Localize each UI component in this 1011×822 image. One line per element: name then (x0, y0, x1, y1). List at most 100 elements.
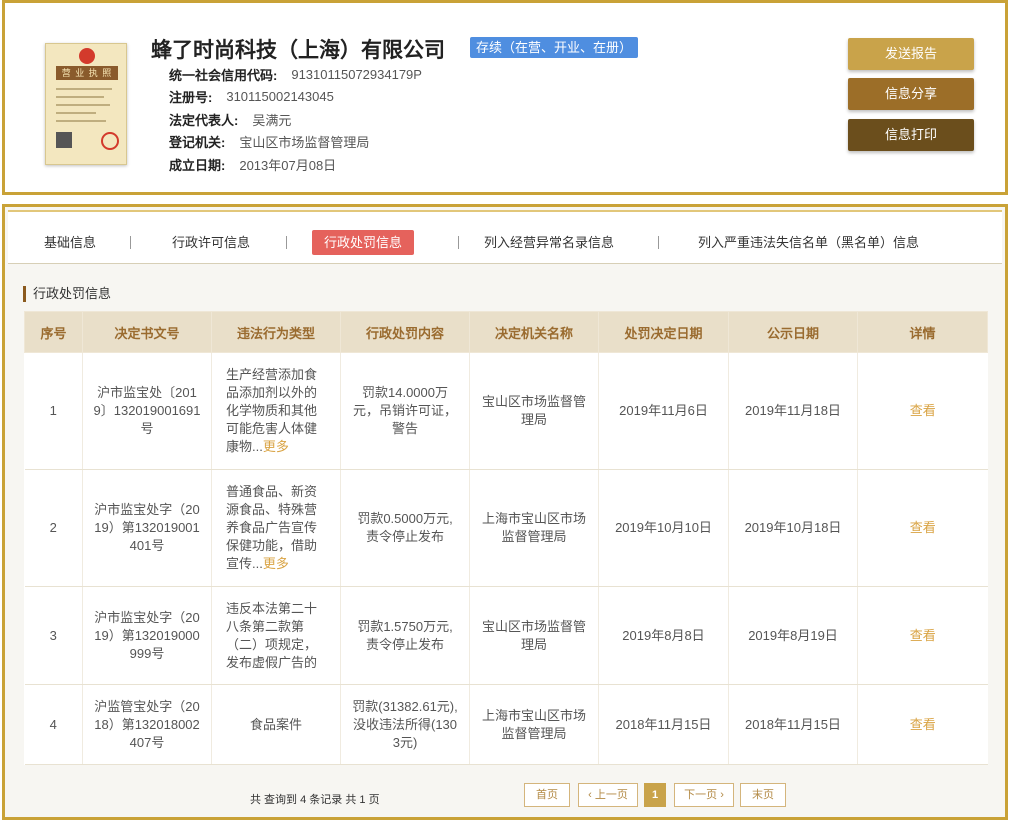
info-value: 宝山区市场监督管理局 (239, 135, 370, 151)
tab-separator (286, 236, 287, 249)
tab-bar: 基础信息 行政许可信息 行政处罚信息 列入经营异常名录信息 列入严重违法失信名单… (8, 210, 1002, 264)
next-page-button[interactable]: 下一页 › (674, 783, 734, 807)
info-value: 91310115072934179P (291, 66, 422, 82)
company-info-list: 统一社会信用代码: 91310115072934179P 注册号: 310115… (169, 63, 422, 176)
info-label: 统一社会信用代码: (169, 67, 278, 83)
tab-separator (658, 236, 659, 249)
cell-decision-date: 2018年11月15日 (598, 684, 729, 765)
tab-basic-info[interactable]: 基础信息 (32, 230, 108, 255)
cell-publish-date: 2019年10月18日 (728, 469, 858, 587)
cell-detail: 查看 (857, 469, 988, 587)
view-detail-link[interactable]: 查看 (910, 520, 936, 535)
license-text-line (56, 112, 96, 114)
tab-separator (458, 236, 459, 249)
cell-detail: 查看 (857, 352, 988, 470)
license-text-line (56, 88, 112, 90)
cell-violation: 违反本法第二十八条第二款第（二）项规定，发布虚假广告的 (211, 586, 341, 685)
info-row-registration-authority: 登记机关: 宝山区市场监督管理局 (169, 131, 422, 154)
cell-doc-no: 沪市监宝处字（2019）第132019001401号 (82, 469, 212, 587)
cell-publish-date: 2019年11月18日 (728, 352, 858, 470)
license-text-line (56, 104, 110, 106)
cell-authority: 宝山区市场监督管理局 (469, 352, 599, 470)
table-header-row: 序号 决定书文号 违法行为类型 行政处罚内容 决定机关名称 处罚决定日期 公示日… (24, 311, 988, 353)
cell-decision-date: 2019年11月6日 (598, 352, 729, 470)
send-report-button[interactable]: 发送报告 (848, 38, 974, 70)
license-text-line (56, 120, 106, 122)
info-label: 登记机关: (169, 135, 226, 151)
header-violation: 违法行为类型 (211, 311, 341, 353)
header-no: 序号 (24, 311, 83, 353)
cell-publish-date: 2019年8月19日 (728, 586, 858, 685)
table-row: 1 沪市监宝处〔2019〕132019001691号 生产经营添加食品添加剂以外… (24, 352, 988, 470)
cell-content: 罚款0.5000万元,责令停止发布 (340, 469, 470, 587)
tab-admin-penalty[interactable]: 行政处罚信息 (312, 230, 415, 255)
view-detail-link[interactable]: 查看 (910, 403, 936, 418)
cell-authority: 上海市宝山区市场监督管理局 (469, 684, 599, 765)
info-label: 注册号: (169, 90, 213, 106)
status-badge: 存续（在营、开业、在册） (470, 37, 639, 58)
cell-content: 罚款14.0000万元，吊销许可证，警告 (340, 352, 470, 470)
cell-violation: 普通食品、新资源食品、特殊营养食品广告宣传保健功能，借助宣传...更多 (211, 469, 341, 587)
tab-blacklist[interactable]: 列入严重违法失信名单（黑名单）信息 (686, 230, 931, 255)
license-text-line (56, 96, 104, 98)
more-link[interactable]: 更多 (263, 439, 289, 454)
cell-no: 3 (24, 586, 83, 685)
info-label: 成立日期: (169, 157, 226, 173)
cell-violation: 食品案件 (211, 684, 341, 765)
next-page-label: 下一页 (684, 789, 718, 801)
company-name: 蜂了时尚科技（上海）有限公司 (151, 39, 445, 62)
view-detail-link[interactable]: 查看 (910, 717, 936, 732)
current-page-button[interactable]: 1 (644, 783, 666, 807)
cell-content: 罚款1.5750万元,责令停止发布 (340, 586, 470, 685)
tab-abnormal-operation[interactable]: 列入经营异常名录信息 (472, 230, 626, 255)
table-row: 3 沪市监宝处字（2019）第132019000999号 违反本法第二十八条第二… (24, 586, 988, 685)
prev-page-label: 上一页 (594, 789, 628, 801)
info-row-registration-no: 注册号: 310115002143045 (169, 86, 422, 109)
cell-no: 2 (24, 469, 83, 587)
header-publish-date: 公示日期 (728, 311, 858, 353)
view-detail-link[interactable]: 查看 (910, 628, 936, 643)
cell-detail: 查看 (857, 684, 988, 765)
info-row-established-date: 成立日期: 2013年07月08日 (169, 153, 422, 176)
cell-authority: 上海市宝山区市场监督管理局 (469, 469, 599, 587)
penalty-table: 序号 决定书文号 违法行为类型 行政处罚内容 决定机关名称 处罚决定日期 公示日… (24, 311, 988, 765)
chevron-left-icon: ‹ (588, 789, 592, 801)
business-license-image: 营 业 执 照 (45, 43, 127, 165)
share-info-button[interactable]: 信息分享 (848, 78, 974, 110)
last-page-button[interactable]: 末页 (740, 783, 786, 807)
cell-violation: 生产经营添加食品添加剂以外的化学物质和其他可能危害人体健康物...更多 (211, 352, 341, 470)
penalty-panel: 基础信息 行政许可信息 行政处罚信息 列入经营异常名录信息 列入严重违法失信名单… (2, 204, 1008, 820)
tab-admin-license[interactable]: 行政许可信息 (160, 230, 262, 255)
header-content: 行政处罚内容 (340, 311, 470, 353)
print-info-button[interactable]: 信息打印 (848, 119, 974, 151)
cell-doc-no: 沪市监宝处字（2019）第132019000999号 (82, 586, 212, 685)
header-authority: 决定机关名称 (469, 311, 599, 353)
cell-doc-no: 沪市监宝处〔2019〕132019001691号 (82, 352, 212, 470)
header-doc-no: 决定书文号 (82, 311, 212, 353)
cell-no: 1 (24, 352, 83, 470)
national-emblem-icon (79, 48, 95, 64)
table-row: 2 沪市监宝处字（2019）第132019001401号 普通食品、新资源食品、… (24, 469, 988, 587)
qr-code-icon (56, 132, 72, 148)
company-header-card: 营 业 执 照 蜂了时尚科技（上海）有限公司 存续（在营、开业、在册） 统一社会… (2, 0, 1008, 195)
header-decision-date: 处罚决定日期 (598, 311, 729, 353)
info-value: 2013年07月08日 (239, 157, 337, 173)
cell-no: 4 (24, 684, 83, 765)
first-page-button[interactable]: 首页 (524, 783, 570, 807)
pagination-summary: 共 查询到 4 条记录 共 1 页 (250, 794, 380, 806)
tab-separator (130, 236, 131, 249)
chevron-right-icon: › (720, 789, 724, 801)
license-image-title: 营 业 执 照 (56, 66, 118, 80)
section-title: 行政处罚信息 (23, 286, 111, 302)
prev-page-button[interactable]: ‹ 上一页 (578, 783, 638, 807)
header-detail: 详情 (857, 311, 988, 353)
info-row-legal-representative: 法定代表人: 吴满元 (169, 108, 422, 131)
cell-content: 罚款(31382.61元),没收违法所得(1303元) (340, 684, 470, 765)
info-value: 吴满元 (252, 112, 292, 128)
table-row: 4 沪监管宝处字（2018）第132018002407号 食品案件 罚款(313… (24, 684, 988, 765)
cell-authority: 宝山区市场监督管理局 (469, 586, 599, 685)
cell-detail: 查看 (857, 586, 988, 685)
cell-decision-date: 2019年8月8日 (598, 586, 729, 685)
official-stamp-icon (101, 132, 119, 150)
more-link[interactable]: 更多 (263, 556, 289, 571)
